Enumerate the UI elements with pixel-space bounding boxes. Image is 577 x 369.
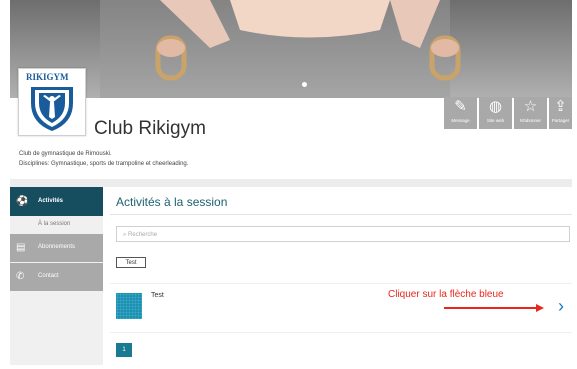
message-label: Message bbox=[451, 118, 470, 123]
sidebar-subitem-label: À la session bbox=[38, 221, 71, 227]
sidebar-item-label: Contact bbox=[38, 273, 59, 279]
logo-text: RIKIGYM bbox=[26, 72, 69, 82]
search-placeholder: Recherche bbox=[128, 232, 158, 238]
share-label: Partager bbox=[551, 118, 570, 123]
page-title: Activités à la session bbox=[116, 195, 228, 209]
banner-image bbox=[10, 0, 572, 98]
message-button[interactable]: ✎ Message bbox=[444, 97, 477, 129]
soccer-ball-icon: ⚽ bbox=[16, 196, 29, 207]
activity-thumbnail bbox=[116, 293, 142, 319]
chevron-right-icon[interactable]: › bbox=[558, 297, 564, 315]
subscribe-label: M'abonner bbox=[519, 118, 542, 123]
sidebar-item-abonnements[interactable]: ▤ Abonnements bbox=[10, 234, 103, 262]
cover-banner bbox=[10, 0, 572, 98]
star-icon: ☆ bbox=[523, 98, 538, 115]
sidebar-item-label: Activités bbox=[38, 198, 64, 204]
sidebar-item-activites[interactable]: ⚽ Activités bbox=[10, 187, 103, 216]
title-divider bbox=[110, 214, 572, 215]
website-label: Site web bbox=[486, 118, 505, 123]
annotation-text: Cliquer sur la flèche bleue bbox=[388, 289, 504, 300]
phone-icon: ✆ bbox=[16, 271, 25, 282]
sidebar-subitem-session[interactable]: À la session bbox=[10, 216, 103, 233]
share-button[interactable]: ⇪ Partager bbox=[549, 97, 572, 129]
club-logo: RIKIGYM bbox=[18, 68, 86, 136]
id-card-icon: ▤ bbox=[16, 242, 26, 253]
search-input[interactable]: ⌕ Recherche bbox=[116, 226, 570, 242]
sidebar-item-label: Abonnements bbox=[38, 244, 76, 250]
annotation-arrow-icon bbox=[444, 304, 544, 312]
globe-icon: ◍ bbox=[488, 98, 503, 115]
filter-tag[interactable]: Test bbox=[116, 257, 146, 268]
section-divider bbox=[10, 179, 572, 187]
club-title: Club Rikigym bbox=[94, 118, 206, 139]
share-icon: ⇪ bbox=[554, 98, 567, 115]
website-button[interactable]: ◍ Site web bbox=[479, 97, 512, 129]
club-description-line2: Disciplines: Gymnastique, sports de tram… bbox=[19, 161, 189, 167]
sidebar-item-contact[interactable]: ✆ Contact bbox=[10, 263, 103, 291]
club-description-line1: Club de gymnastique de Rimouski. bbox=[19, 151, 112, 157]
carousel-dot[interactable] bbox=[302, 82, 307, 87]
subscribe-button[interactable]: ☆ M'abonner bbox=[514, 97, 547, 129]
pagination-page-1[interactable]: 1 bbox=[116, 343, 132, 357]
activity-title: Test bbox=[151, 292, 164, 299]
pencil-icon: ✎ bbox=[454, 98, 467, 115]
